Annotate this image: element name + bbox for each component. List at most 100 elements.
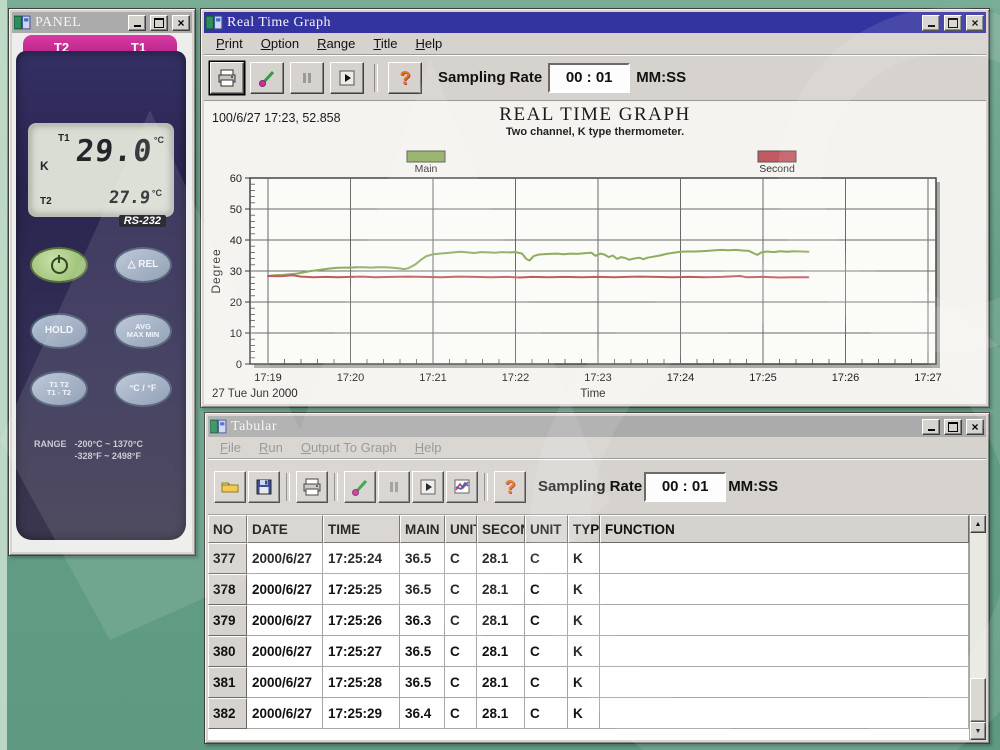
graph-minimize-button[interactable]	[922, 15, 940, 31]
table-cell[interactable]: 2000/6/27	[247, 543, 323, 574]
table-cell[interactable]: 2000/6/27	[247, 667, 323, 698]
table-cell[interactable]: C	[445, 543, 477, 574]
scroll-down-button[interactable]: ▼	[970, 722, 986, 740]
table-cell[interactable]: 17:25:29	[323, 698, 400, 729]
print-button[interactable]	[210, 62, 244, 94]
panel-titlebar[interactable]: PANEL ×	[12, 12, 192, 33]
hold-button[interactable]: HOLD	[30, 313, 88, 349]
table-cell[interactable]: C	[525, 636, 568, 667]
graph-maximize-button[interactable]	[944, 15, 962, 31]
scroll-up-button[interactable]: ▲	[970, 515, 986, 533]
table-cell[interactable]: C	[525, 667, 568, 698]
table-cell[interactable]	[600, 543, 969, 574]
table-cell[interactable]: 17:25:28	[323, 667, 400, 698]
scrollbar-track[interactable]	[970, 533, 986, 722]
table-cell[interactable]: 36.5	[400, 574, 445, 605]
row-number-cell[interactable]: 380	[208, 636, 247, 667]
graph-app-icon[interactable]	[206, 15, 223, 30]
table-cell[interactable]: 36.5	[400, 667, 445, 698]
tabular-titlebar[interactable]: Tabular ×	[208, 416, 986, 437]
table-cell[interactable]	[600, 636, 969, 667]
print-button[interactable]	[296, 471, 328, 503]
table-cell[interactable]: C	[445, 636, 477, 667]
table-cell[interactable]	[600, 574, 969, 605]
table-cell[interactable]	[600, 698, 969, 729]
table-cell[interactable]: C	[445, 605, 477, 636]
table-cell[interactable]: 36.5	[400, 636, 445, 667]
vertical-scrollbar[interactable]: ▲ ▼	[969, 515, 986, 740]
menu-item-range[interactable]: Range	[309, 34, 363, 53]
table-cell[interactable]: 28.1	[477, 574, 525, 605]
table-cell[interactable]: 17:25:27	[323, 636, 400, 667]
pause-button[interactable]	[290, 62, 324, 94]
table-cell[interactable]: 36.4	[400, 698, 445, 729]
pen-button[interactable]	[250, 62, 284, 94]
graph-close-button[interactable]: ×	[966, 15, 984, 31]
open-button[interactable]	[214, 471, 246, 503]
help-button[interactable]: ?	[388, 62, 422, 94]
table-cell[interactable]: 36.5	[400, 543, 445, 574]
table-cell[interactable]: 17:25:24	[323, 543, 400, 574]
row-number-cell[interactable]: 379	[208, 605, 247, 636]
table-cell[interactable]: K	[568, 574, 600, 605]
sampling-rate-input[interactable]	[644, 472, 726, 502]
table-cell[interactable]: 2000/6/27	[247, 605, 323, 636]
panel-app-icon[interactable]	[14, 15, 31, 30]
table-cell[interactable]: 2000/6/27	[247, 574, 323, 605]
row-number-cell[interactable]: 381	[208, 667, 247, 698]
t1-t2-button[interactable]: T1 T2 T1 - T2	[30, 371, 88, 407]
menu-item-file[interactable]: File	[212, 438, 249, 457]
row-number-cell[interactable]: 382	[208, 698, 247, 729]
table-cell[interactable]: K	[568, 698, 600, 729]
table-cell[interactable]: K	[568, 667, 600, 698]
run-button[interactable]	[330, 62, 364, 94]
table-cell[interactable]: 28.1	[477, 605, 525, 636]
help-button[interactable]: ?	[494, 471, 526, 503]
panel-close-button[interactable]: ×	[172, 15, 190, 31]
table-cell[interactable]	[600, 667, 969, 698]
table-cell[interactable]: K	[568, 605, 600, 636]
row-number-cell[interactable]: 378	[208, 574, 247, 605]
avg-max-min-button[interactable]: AVG MAX MIN	[114, 313, 172, 349]
menu-item-help[interactable]: Help	[407, 34, 450, 53]
table-cell[interactable]: 28.1	[477, 667, 525, 698]
table-cell[interactable]: K	[568, 636, 600, 667]
table-cell[interactable]: K	[568, 543, 600, 574]
run-button[interactable]	[412, 471, 444, 503]
graph-output-button[interactable]	[446, 471, 478, 503]
pause-button[interactable]	[378, 471, 410, 503]
c-f-button[interactable]: °C / °F	[114, 371, 172, 407]
sampling-rate-input[interactable]	[548, 63, 630, 93]
tabular-app-icon[interactable]	[210, 419, 227, 434]
table-cell[interactable]: C	[525, 574, 568, 605]
panel-maximize-button[interactable]	[150, 15, 168, 31]
table-cell[interactable]	[600, 605, 969, 636]
table-cell[interactable]: C	[525, 605, 568, 636]
table-cell[interactable]: C	[445, 698, 477, 729]
power-button[interactable]	[30, 247, 88, 283]
table-cell[interactable]: 28.1	[477, 636, 525, 667]
menu-item-help[interactable]: Help	[407, 438, 450, 457]
table-cell[interactable]: 28.1	[477, 698, 525, 729]
scrollbar-thumb[interactable]	[970, 678, 986, 722]
tabular-close-button[interactable]: ×	[966, 419, 984, 435]
menu-item-print[interactable]: Print	[208, 34, 251, 53]
table-cell[interactable]: C	[525, 698, 568, 729]
rel-button[interactable]: △ REL	[114, 247, 172, 283]
row-number-cell[interactable]: 377	[208, 543, 247, 574]
save-button[interactable]	[248, 471, 280, 503]
table-cell[interactable]: 17:25:25	[323, 574, 400, 605]
table-cell[interactable]: 28.1	[477, 543, 525, 574]
pen-button[interactable]	[344, 471, 376, 503]
table-cell[interactable]: 36.3	[400, 605, 445, 636]
table-cell[interactable]: 17:25:26	[323, 605, 400, 636]
table-cell[interactable]: 2000/6/27	[247, 636, 323, 667]
panel-minimize-button[interactable]	[128, 15, 146, 31]
table-cell[interactable]: C	[445, 667, 477, 698]
tabular-minimize-button[interactable]	[922, 419, 940, 435]
table-cell[interactable]: 2000/6/27	[247, 698, 323, 729]
table-cell[interactable]: C	[525, 543, 568, 574]
menu-item-option[interactable]: Option	[253, 34, 307, 53]
graph-titlebar[interactable]: Real Time Graph ×	[204, 12, 986, 33]
table-cell[interactable]: C	[445, 574, 477, 605]
